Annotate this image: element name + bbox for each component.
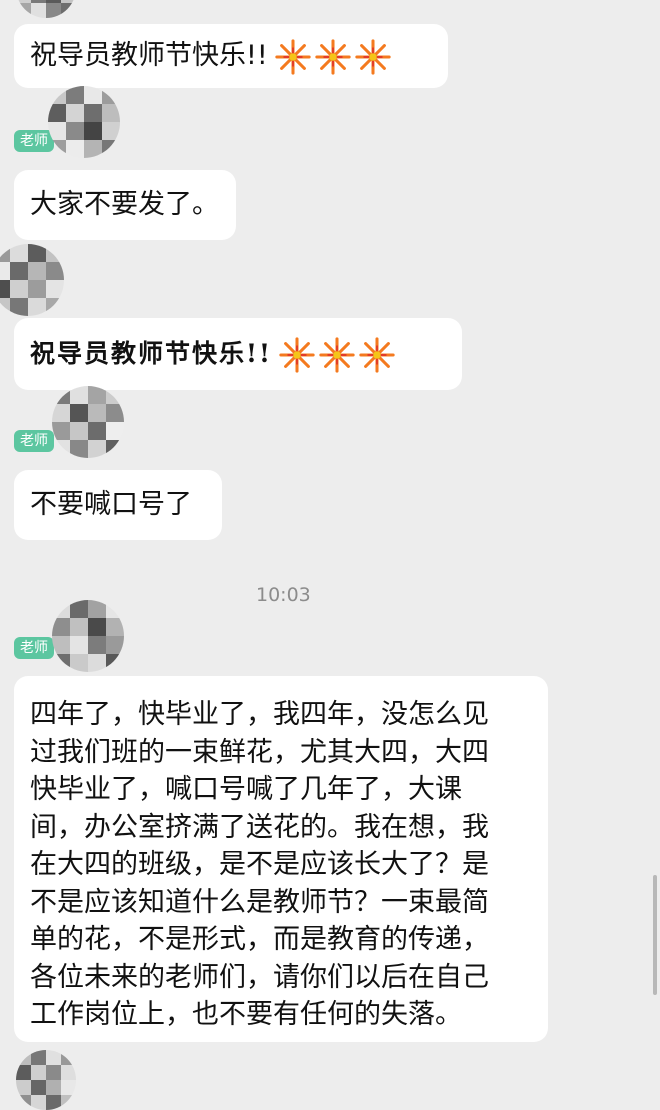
- message-line: 间，办公室挤满了送花的。我在想，我: [30, 811, 489, 843]
- avatar[interactable]: [16, 1050, 76, 1110]
- message-text: 祝导员教师节快乐!!: [30, 40, 268, 71]
- flower-emoji-icon: [278, 319, 398, 391]
- message-line: 在大四的班级，是不是应该长大了？是: [30, 849, 489, 880]
- message-line: 工作岗位上，也不要有任何的失落。: [30, 999, 462, 1030]
- message-line: 各位未来的老师们，请你们以后在自己: [30, 961, 489, 993]
- message-line: 快毕业了，喊口号喊了几年了，大课: [30, 774, 462, 805]
- avatar[interactable]: [16, 0, 76, 18]
- message-line: 四年了，快毕业了，我四年，没怎么见: [30, 699, 489, 730]
- avatar[interactable]: [52, 600, 124, 672]
- message-text: 大家不要发了。: [30, 189, 219, 220]
- flower-emoji-icon: [274, 25, 394, 89]
- message-bubble[interactable]: 大家不要发了。: [14, 170, 236, 240]
- message-bubble[interactable]: 祝导员教师节快乐!!: [14, 24, 448, 88]
- teacher-badge: 老师: [14, 430, 54, 452]
- message-bubble[interactable]: 四年了，快毕业了，我四年，没怎么见 过我们班的一束鲜花，尤其大四，大四 快毕业了…: [14, 676, 548, 1042]
- message-text: 祝导员教师节快乐!!: [30, 339, 272, 368]
- message-line: 过我们班的一束鲜花，尤其大四，大四: [30, 736, 489, 768]
- teacher-badge: 老师: [14, 637, 54, 659]
- message-line: 单的花，不是形式，而是教育的传递，: [30, 924, 489, 955]
- avatar[interactable]: [48, 86, 120, 158]
- message-bubble[interactable]: 不要喊口号了: [14, 470, 222, 540]
- message-bubble[interactable]: 祝导员教师节快乐!!: [14, 318, 462, 390]
- teacher-badge: 老师: [14, 130, 54, 152]
- avatar[interactable]: [0, 244, 64, 316]
- timestamp: 10:03: [256, 584, 311, 606]
- scrollbar[interactable]: [653, 875, 657, 995]
- message-text: 不要喊口号了: [30, 489, 192, 520]
- message-line: 不是应该知道什么是教师节？一束最简: [30, 886, 489, 918]
- avatar[interactable]: [52, 386, 124, 458]
